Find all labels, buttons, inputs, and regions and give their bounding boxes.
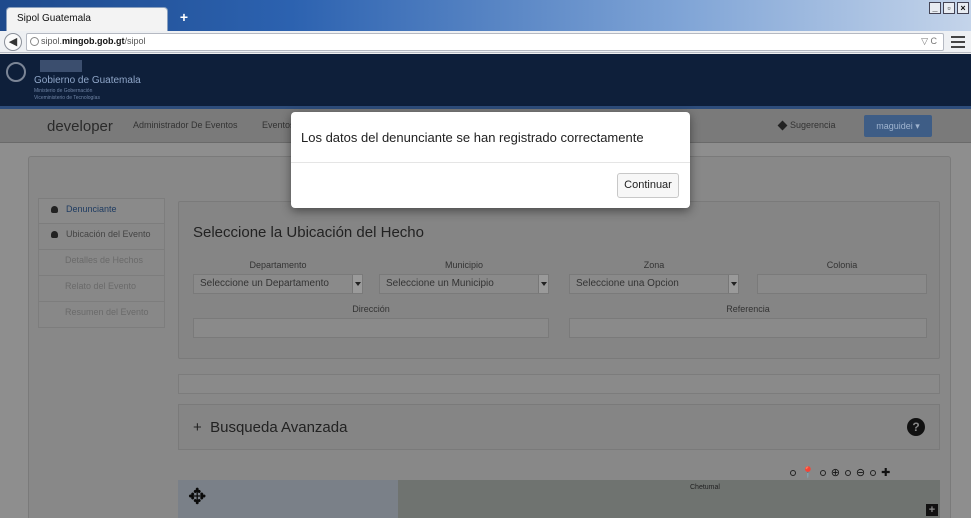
url-prefix: sipol. [41,36,63,46]
municipio-select[interactable]: Seleccione un Municipio [379,274,549,294]
back-arrow-icon[interactable]: ◀ [4,33,22,51]
pan-icon: ✚ [881,467,891,479]
map-city-label: Chetumal [690,484,720,491]
brand-sub2: Viceministerio de Tecnologías [34,95,100,101]
close-button[interactable]: × [957,2,969,14]
location-heading: Seleccione la Ubicación del Hecho [193,224,424,241]
user-icon [51,206,58,214]
logo-icon [40,60,82,72]
minimize-button[interactable]: _ [929,2,941,14]
advanced-search-panel[interactable]: + Busqueda Avanzada ? [178,404,940,450]
sidebar-item-label: Ubicación del Evento [66,229,151,239]
pin-icon: 📍 [801,467,815,479]
new-tab-button[interactable]: + [174,9,194,25]
location-form: Seleccione la Ubicación del Hecho Depart… [178,201,940,359]
map-water [178,480,398,518]
success-modal: Los datos del denunciante se han registr… [291,112,690,208]
browser-tab[interactable]: Sipol Guatemala [6,7,168,31]
departamento-label: Departamento [249,260,307,270]
municipio-value: Seleccione un Municipio [386,278,494,289]
app-title[interactable]: developer [47,118,113,135]
chevron-down-icon [352,275,362,293]
brand-sub1: Ministerio de Gobernación [34,88,93,94]
colonia-label: Colonia [826,260,858,270]
section-divider [178,374,940,394]
url-path: /sipol [124,36,146,46]
browser-navbar: ◀ sipol.mingob.gob.gt/sipol ▽ C [0,31,971,53]
sidebar-item-relato[interactable]: Relato del Evento [38,276,165,302]
municipio-label: Municipio [444,260,484,270]
zona-label: Zona [643,260,665,270]
sidebar-item-detalles[interactable]: Detalles de Hechos [38,250,165,276]
referencia-input[interactable] [569,318,927,338]
radio-pin[interactable] [790,469,796,476]
zona-select[interactable]: Seleccione una Opcion [569,274,739,294]
advanced-search-label: Busqueda Avanzada [210,419,348,436]
map-zoom-in-icon[interactable]: + [926,504,938,516]
continue-button[interactable]: Continuar [617,173,679,198]
hamburger-menu-icon[interactable] [951,36,965,48]
reload-icon[interactable]: ▽ C [921,36,937,47]
zona-value: Seleccione una Opcion [576,278,679,289]
sidebar-item-denunciante[interactable]: Denunciante [38,198,165,224]
radio-zoom-in[interactable] [819,469,826,476]
suggestion-link[interactable]: Sugerencia [777,120,836,131]
window-controls: _ ▫ × [929,2,969,14]
modal-message: Los datos del denunciante se han registr… [301,130,644,145]
brand-name: Gobierno de Guatemala [34,75,141,86]
map-canvas[interactable]: ✥ Chetumal + [178,480,940,518]
plus-icon: + [193,419,202,436]
browser-titlebar: Sipol Guatemala + _ ▫ × [0,0,971,31]
url-domain: mingob.gob.gt [62,36,125,46]
map-toolbar: 📍 ⊕ ⊖ ✚ [790,466,890,479]
map-pan-control-icon[interactable]: ✥ [188,484,208,510]
tag-icon [777,120,788,131]
departamento-value: Seleccione un Departamento [200,278,329,289]
suggestion-label: Sugerencia [790,120,836,130]
map-marker-icon [51,231,58,239]
help-icon[interactable]: ? [907,418,925,436]
tab-title: Sipol Guatemala [17,13,91,24]
wizard-sidebar: Denunciante Ubicación del Evento Detalle… [38,198,165,328]
sidebar-item-label: Denunciante [66,204,117,214]
restore-button[interactable]: ▫ [943,2,955,14]
nav-eventos[interactable]: Eventos [262,120,295,130]
direccion-label: Dirección [352,304,390,314]
chevron-down-icon [728,275,738,293]
address-bar[interactable]: sipol.mingob.gob.gt/sipol ▽ C [26,33,944,51]
user-menu-button[interactable]: maguidei ▾ [864,115,932,137]
departamento-select[interactable]: Seleccione un Departamento [193,274,363,294]
sidebar-item-ubicacion[interactable]: Ubicación del Evento [38,224,165,250]
radio-pan[interactable] [870,469,877,476]
nav-admin-eventos[interactable]: Administrador De Eventos [133,120,238,130]
zoom-in-icon: ⊕ [830,467,840,479]
modal-divider [291,162,690,163]
chevron-down-icon [538,275,548,293]
globe-icon [30,37,39,46]
advanced-search-title[interactable]: + Busqueda Avanzada [193,419,347,436]
direccion-input[interactable] [193,318,549,338]
sidebar-item-resumen[interactable]: Resumen del Evento [38,302,165,328]
referencia-label: Referencia [726,304,770,314]
colonia-input[interactable] [757,274,927,294]
zoom-out-icon: ⊖ [855,467,866,479]
radio-zoom-out[interactable] [844,469,851,476]
brand-header: Gobierno de Guatemala Ministerio de Gobe… [0,54,971,106]
seal-icon [6,62,26,82]
